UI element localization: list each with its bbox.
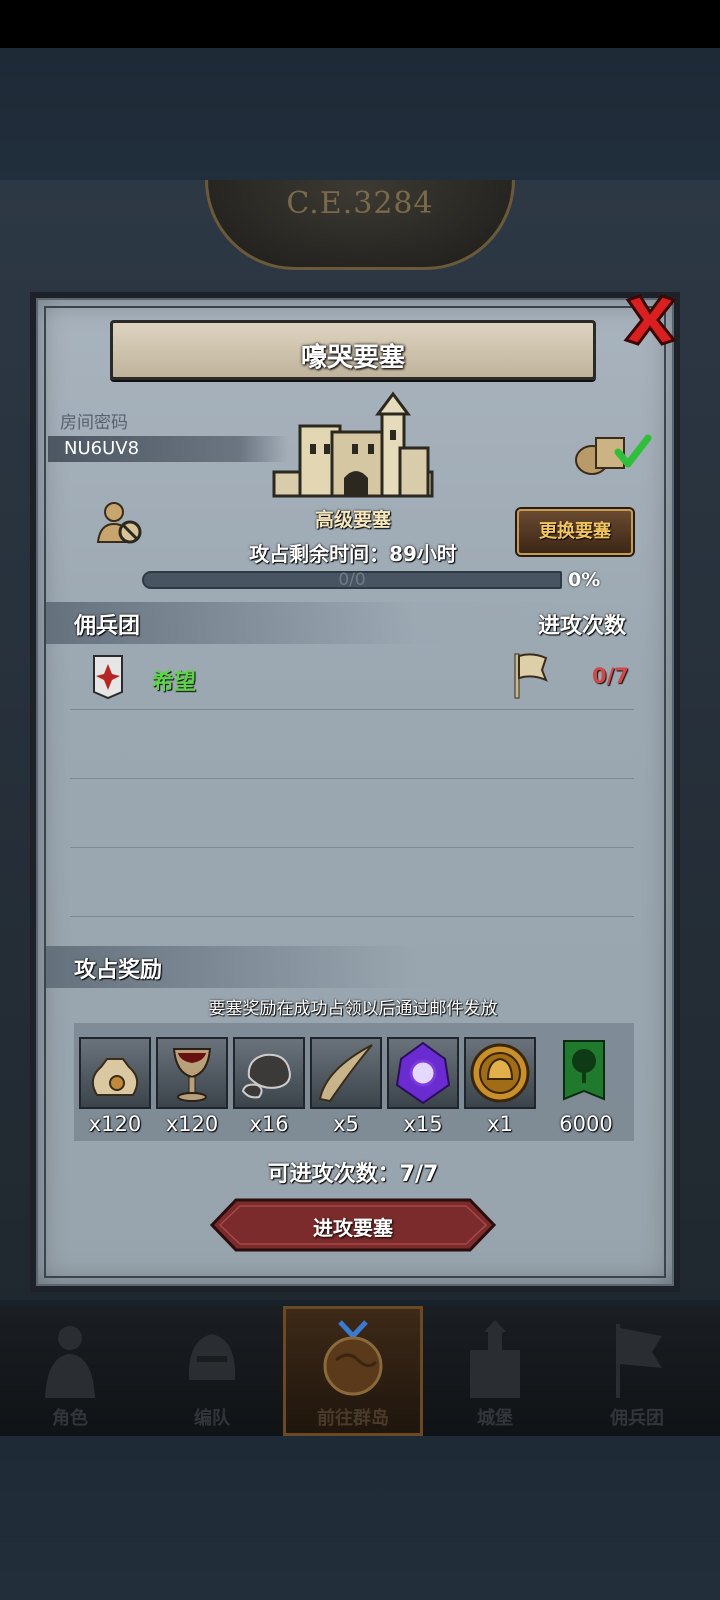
- close-icon: [623, 294, 677, 346]
- reward-qty: 6000: [559, 1112, 613, 1136]
- merc-attack-count: 0/7: [592, 664, 629, 688]
- reward-item-sack[interactable]: [79, 1037, 151, 1109]
- attacks-left: 可进攻次数：7/7: [267, 1162, 439, 1187]
- nav-item-mercenaries[interactable]: 佣兵团: [567, 1306, 707, 1436]
- nav-label: 前往群岛: [317, 1408, 389, 1429]
- reward-qty: x120: [88, 1112, 142, 1136]
- row-divider: [70, 778, 634, 779]
- reward-item-crystal[interactable]: [387, 1037, 459, 1109]
- room-code-label: 房间密码: [60, 413, 128, 433]
- status-bar: [0, 0, 720, 48]
- loot-bag-icon[interactable]: [572, 426, 654, 478]
- room-code-value[interactable]: NU6UV8: [64, 438, 139, 459]
- merc-name[interactable]: 希望: [152, 664, 196, 696]
- row-divider: [70, 916, 634, 917]
- helmet-medal-icon: [470, 1043, 530, 1103]
- rewards-note: 要塞奖励在成功占领以后通过邮件发放: [208, 999, 498, 1019]
- horn-icon: [318, 1044, 373, 1103]
- rewards-header: 攻占奖励: [74, 958, 163, 983]
- attack-fortress-label: 进攻要塞: [313, 1216, 393, 1240]
- nav-item-castle[interactable]: 城堡: [425, 1306, 565, 1436]
- time-remaining: 攻占剩余时间：89小时: [249, 542, 457, 566]
- row-divider: [70, 847, 634, 848]
- castle-nav-icon: [470, 1320, 520, 1398]
- reward-qty: x15: [403, 1112, 443, 1136]
- reward-item-medal[interactable]: [464, 1037, 536, 1109]
- era-label: C.E.3284: [286, 186, 434, 221]
- flag-icon: [512, 652, 548, 700]
- no-member-icon[interactable]: [96, 500, 144, 548]
- helmet-icon: [188, 1334, 236, 1380]
- tree-banner-icon: [563, 1040, 605, 1101]
- reward-item-horn[interactable]: [310, 1037, 382, 1109]
- fortress-image: [272, 386, 434, 502]
- bottom-bezel: [0, 1436, 720, 1600]
- reward-item-ore[interactable]: [233, 1037, 305, 1109]
- nav-label: 角色: [52, 1408, 88, 1429]
- change-fortress-button[interactable]: 更换要塞: [517, 509, 633, 555]
- title-banner: 嚎哭要塞: [110, 320, 596, 380]
- close-button[interactable]: [620, 290, 680, 350]
- mercs-header: 佣兵团: [74, 614, 141, 639]
- reward-item-goblet[interactable]: [156, 1037, 228, 1109]
- dialog-title: 嚎哭要塞: [300, 343, 405, 373]
- nav-item-formation[interactable]: 编队: [142, 1306, 282, 1436]
- knight-icon: [45, 1326, 95, 1398]
- nav-item-islands[interactable]: 前往群岛: [283, 1306, 423, 1436]
- attack-fortress-button[interactable]: 进攻要塞: [210, 1198, 496, 1252]
- era-dial: C.E.3284: [205, 180, 515, 270]
- ore-icon: [241, 1053, 291, 1099]
- nav-label: 城堡: [477, 1408, 513, 1429]
- nav-item-character[interactable]: 角色: [0, 1306, 140, 1436]
- sack-icon: [91, 1058, 139, 1096]
- goblet-icon: [172, 1048, 212, 1102]
- capture-progress-value: 0/0: [338, 570, 366, 590]
- fortress-level: 高级要塞: [314, 509, 391, 531]
- capture-progress-percent: 0%: [568, 569, 601, 591]
- mercenary-banner-icon: [616, 1324, 662, 1398]
- reward-qty: x1: [487, 1112, 513, 1136]
- row-divider: [70, 709, 634, 710]
- nav-label: 佣兵团: [610, 1408, 664, 1429]
- attack-count-header: 进攻次数: [538, 614, 627, 639]
- reward-item-banner[interactable]: [550, 1037, 622, 1109]
- castle-icon: [272, 391, 434, 498]
- reward-qty: x16: [249, 1112, 289, 1136]
- purple-crystal-icon: [395, 1041, 451, 1105]
- compass-globe-icon: [323, 1320, 383, 1396]
- reward-qty: x120: [165, 1112, 219, 1136]
- nav-label: 编队: [194, 1408, 230, 1429]
- reward-qty: x5: [333, 1112, 359, 1136]
- merc-emblem-icon: [92, 654, 124, 700]
- change-fortress-label: 更换要塞: [539, 521, 611, 542]
